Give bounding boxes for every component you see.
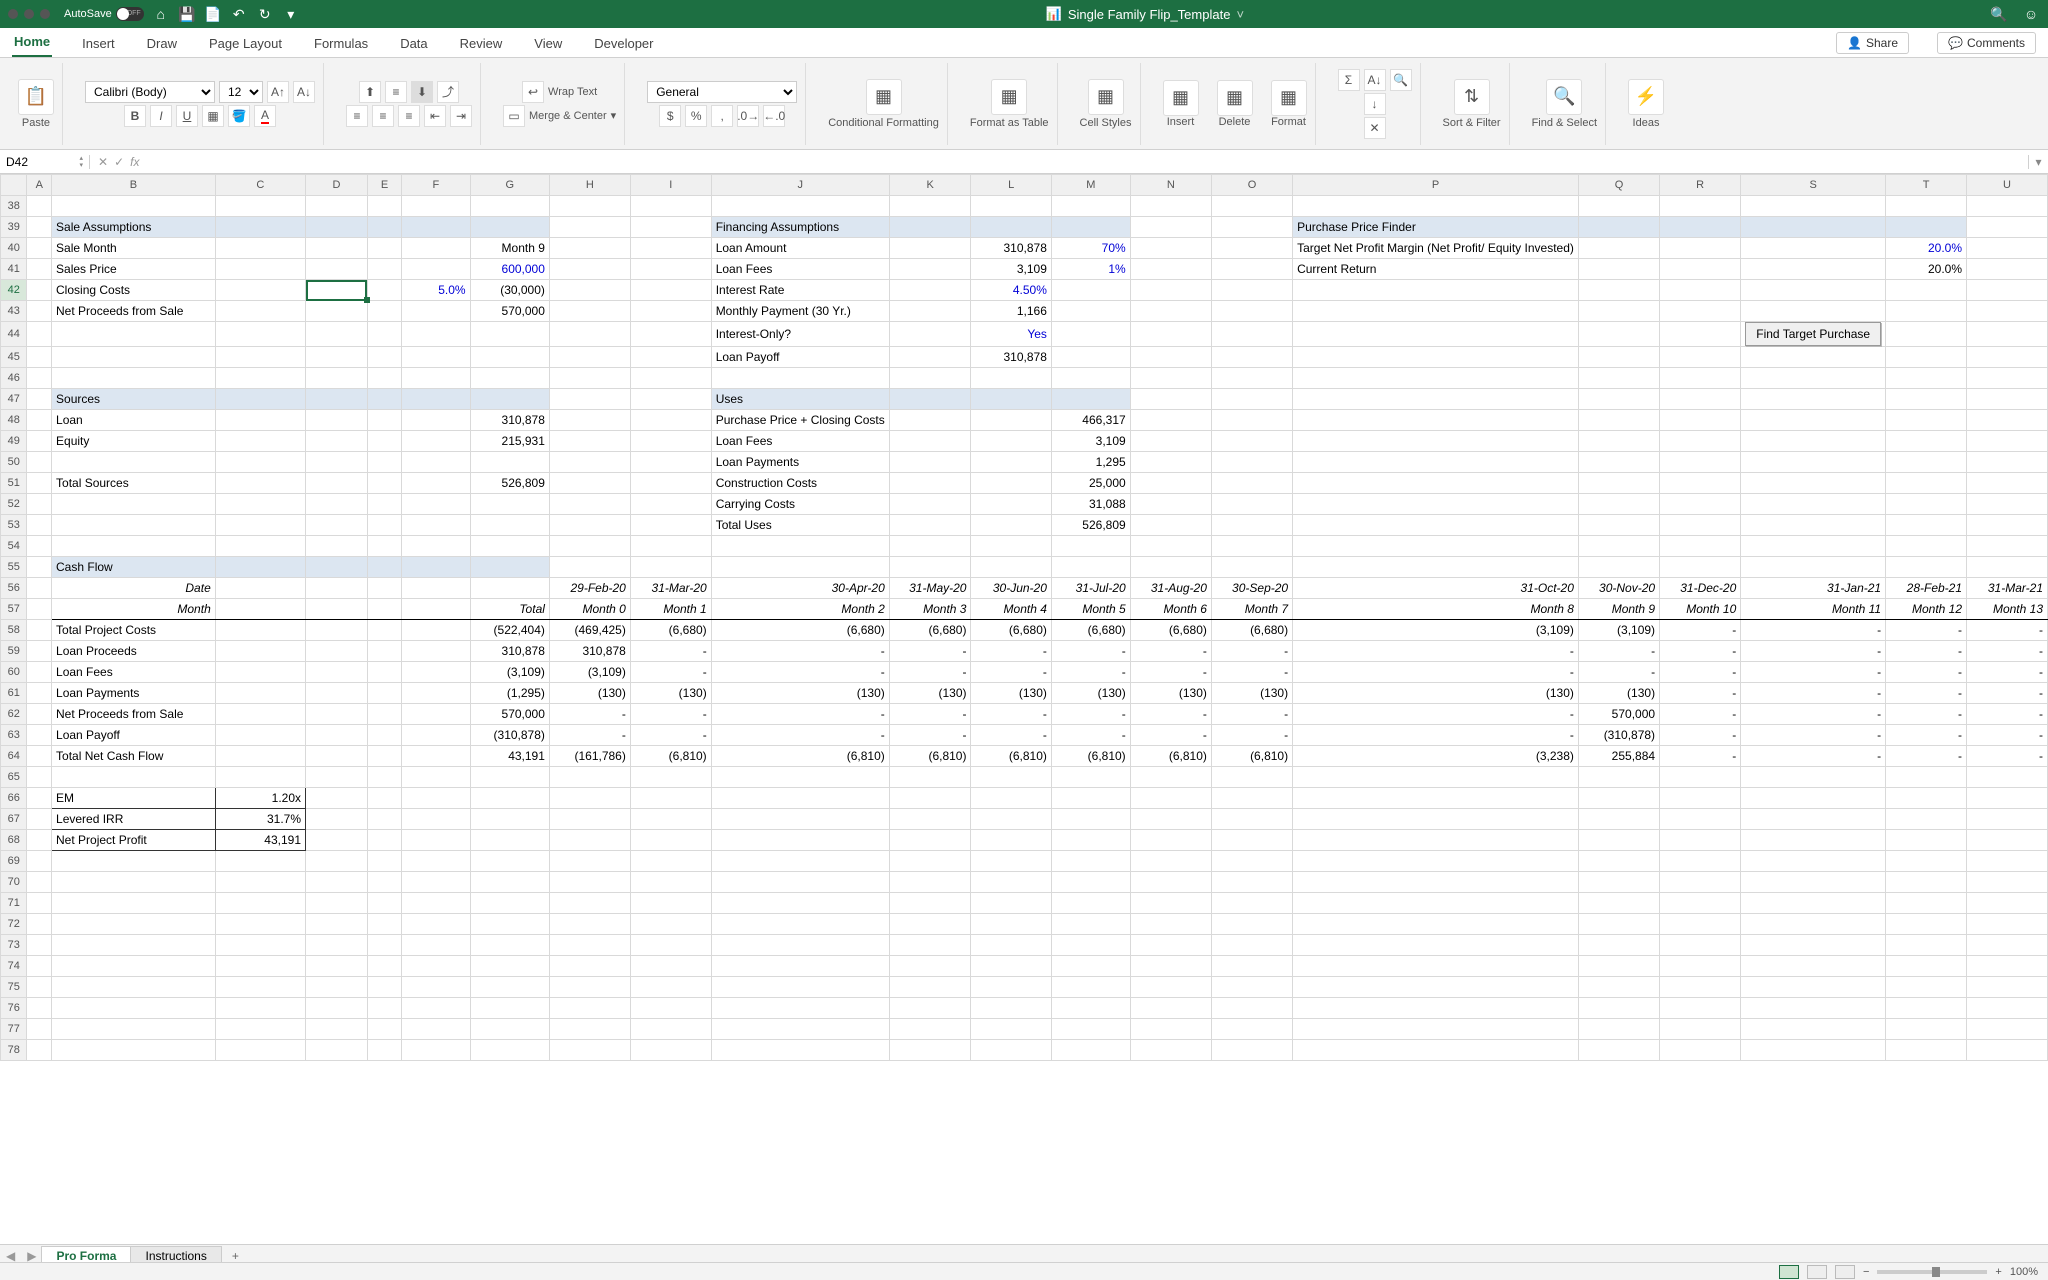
window-controls[interactable] [8, 9, 50, 19]
align-top-icon[interactable]: ⬆ [359, 81, 381, 103]
zoom-slider[interactable] [1877, 1270, 1987, 1274]
tab-page-layout[interactable]: Page Layout [207, 30, 284, 57]
align-bot-icon[interactable]: ⬇ [411, 81, 433, 103]
tab-home[interactable]: Home [12, 28, 52, 57]
add-sheet-button[interactable]: + [222, 1249, 249, 1263]
ideas-button[interactable]: ⚡ [1628, 79, 1664, 115]
align-center-icon[interactable]: ≡ [372, 105, 394, 127]
undo-icon[interactable]: ↶ [230, 5, 248, 23]
sort-filter-button[interactable]: ⇅ [1454, 79, 1490, 115]
comma-icon[interactable]: , [711, 105, 733, 127]
bold-button[interactable]: B [124, 105, 146, 127]
align-left-icon[interactable]: ≡ [346, 105, 368, 127]
tab-draw[interactable]: Draw [145, 30, 179, 57]
autosave-toggle[interactable]: AutoSaveOFF [64, 7, 144, 21]
tab-formulas[interactable]: Formulas [312, 30, 370, 57]
home-icon[interactable]: ⌂ [152, 5, 170, 23]
percent-icon[interactable]: % [685, 105, 707, 127]
more-icon[interactable]: ▾ [282, 5, 300, 23]
increase-font-icon[interactable]: A↑ [267, 81, 289, 103]
fx-icon[interactable]: fx [130, 155, 139, 169]
clear-icon[interactable]: ✕ [1364, 117, 1386, 139]
title-bar: AutoSaveOFF ⌂ 💾 📄 ↶ ↻ ▾ 📊 Single Family F… [0, 0, 2048, 28]
orientation-icon[interactable]: ⤴ [437, 81, 459, 103]
status-bar: − + 100% [0, 1262, 2048, 1280]
cell-styles-button[interactable]: ▦ [1088, 79, 1124, 115]
format-table-button[interactable]: ▦ [991, 79, 1027, 115]
tab-insert[interactable]: Insert [80, 30, 117, 57]
find-select-button[interactable]: 🔍 [1546, 79, 1582, 115]
italic-button[interactable]: I [150, 105, 172, 127]
zoom-in-button[interactable]: + [1995, 1266, 2001, 1278]
save-icon[interactable]: 💾 [178, 5, 196, 23]
confirm-fx-icon[interactable]: ✓ [114, 155, 124, 169]
align-right-icon[interactable]: ≡ [398, 105, 420, 127]
redo-icon[interactable]: ↻ [256, 5, 274, 23]
share-button[interactable]: 👤 Share [1836, 32, 1909, 54]
indent-inc-icon[interactable]: ⇥ [450, 105, 472, 127]
fill-icon[interactable]: ↓ [1364, 93, 1386, 115]
account-icon[interactable]: ☺ [2022, 5, 2040, 23]
ribbon-tabs: Home Insert Draw Page Layout Formulas Da… [0, 28, 2048, 58]
tab-data[interactable]: Data [398, 30, 429, 57]
sort-az-icon[interactable]: A↓ [1364, 69, 1386, 91]
search-icon[interactable]: 🔍 [1990, 5, 2008, 23]
tab-review[interactable]: Review [458, 30, 505, 57]
font-color-button[interactable]: A [254, 105, 276, 127]
doc-title: Single Family Flip_Template [1068, 7, 1231, 22]
cancel-fx-icon[interactable]: ✕ [98, 155, 108, 169]
number-format-select[interactable]: General [647, 81, 797, 103]
title-chevron-icon[interactable]: ˅ [1236, 7, 1244, 22]
name-box[interactable]: D42▴▾ [0, 155, 90, 169]
inc-decimal-icon[interactable]: .0→ [737, 105, 759, 127]
tab-view[interactable]: View [532, 30, 564, 57]
currency-icon[interactable]: $ [659, 105, 681, 127]
merge-icon[interactable]: ▭ [503, 105, 525, 127]
wrap-text-icon[interactable]: ↩ [522, 81, 544, 103]
expand-formula-icon[interactable]: ▾ [2028, 155, 2048, 169]
formula-bar: D42▴▾ ✕ ✓ fx ▾ [0, 150, 2048, 174]
delete-cells-button[interactable]: ▦ [1217, 80, 1253, 116]
borders-button[interactable]: ▦ [202, 105, 224, 127]
dec-decimal-icon[interactable]: ←.0 [763, 105, 785, 127]
view-break-icon[interactable] [1835, 1265, 1855, 1279]
underline-button[interactable]: U [176, 105, 198, 127]
tab-developer[interactable]: Developer [592, 30, 655, 57]
doc-icon: 📊 [1046, 6, 1062, 22]
zoom-level[interactable]: 100% [2010, 1266, 2038, 1278]
spreadsheet-grid[interactable]: ABCDEFGHIJKLMNOPQRSTU3839Sale Assumption… [0, 174, 2048, 1246]
paste-button[interactable]: 📋 [18, 79, 54, 115]
format-cells-button[interactable]: ▦ [1271, 80, 1307, 116]
font-size-select[interactable]: 12 [219, 81, 263, 103]
fill-color-button[interactable]: 🪣 [228, 105, 250, 127]
comments-button[interactable]: 💬 Comments [1937, 32, 2036, 54]
view-normal-icon[interactable] [1779, 1265, 1799, 1279]
find-icon[interactable]: 🔍 [1390, 69, 1412, 91]
share-doc-icon[interactable]: 📄 [204, 5, 222, 23]
find-target-purchase-button[interactable]: Find Target Purchase [1745, 322, 1881, 346]
indent-dec-icon[interactable]: ⇤ [424, 105, 446, 127]
sheet-nav-next-icon[interactable]: ▶ [21, 1249, 42, 1263]
decrease-font-icon[interactable]: A↓ [293, 81, 315, 103]
cond-format-button[interactable]: ▦ [866, 79, 902, 115]
insert-cells-button[interactable]: ▦ [1163, 80, 1199, 116]
ribbon-toolbar: 📋Paste Calibri (Body)12A↑A↓ BIU▦🪣A ⬆≡⬇⤴ … [0, 58, 2048, 150]
zoom-out-button[interactable]: − [1863, 1266, 1869, 1278]
font-name-select[interactable]: Calibri (Body) [85, 81, 215, 103]
sheet-nav-prev-icon[interactable]: ◀ [0, 1249, 21, 1263]
autosum-icon[interactable]: Σ [1338, 69, 1360, 91]
align-mid-icon[interactable]: ≡ [385, 81, 407, 103]
view-layout-icon[interactable] [1807, 1265, 1827, 1279]
